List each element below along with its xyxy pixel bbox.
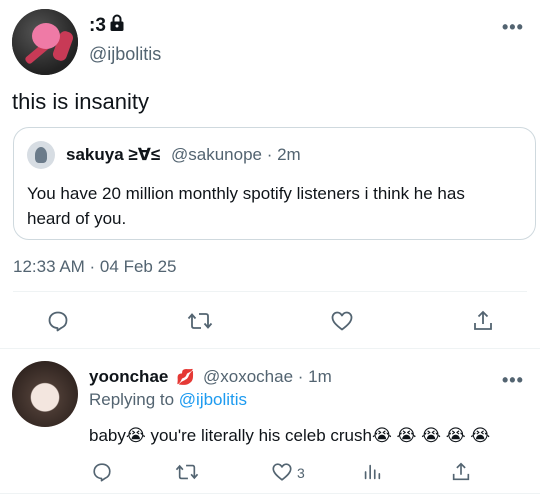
lock-icon: [109, 14, 125, 38]
more-options-button[interactable]: •••: [502, 370, 524, 391]
share-icon[interactable]: [448, 459, 474, 485]
author-display-name: :3: [89, 15, 106, 36]
kiss-mark-icon: 💋: [176, 369, 195, 386]
like-count: 3: [297, 465, 305, 481]
retweet-icon[interactable]: [187, 308, 213, 334]
author-avatar[interactable]: [12, 9, 78, 75]
author-name-row[interactable]: :3: [89, 14, 125, 38]
tweet-timestamp[interactable]: 12:33 AM · 04 Feb 25: [13, 257, 177, 277]
divider: [0, 348, 540, 349]
replying-to-label: Replying to: [89, 390, 179, 409]
quoted-author-meta: @sakunope · 2m: [171, 145, 301, 164]
avatar-portrait: [12, 361, 78, 427]
divider: [13, 291, 527, 292]
author-handle[interactable]: @ijbolitis: [89, 44, 161, 65]
reply-author-avatar[interactable]: [12, 361, 78, 427]
quoted-tweet-text: You have 20 million monthly spotify list…: [27, 184, 465, 228]
reply-icon[interactable]: [89, 459, 115, 485]
quoted-author-name: sakuya ≥∀≤: [66, 145, 161, 164]
avatar-character-graphic: [32, 23, 60, 49]
analytics-icon[interactable]: [359, 459, 385, 485]
like-icon[interactable]: [329, 308, 355, 334]
more-options-button[interactable]: •••: [502, 17, 524, 38]
replying-to-handle-link[interactable]: @ijbolitis: [179, 390, 247, 409]
retweet-icon[interactable]: [174, 459, 200, 485]
replying-to-line: Replying to @ijbolitis: [89, 390, 247, 410]
avatar-figure: [35, 147, 47, 163]
reply-tweet-text: baby😭 you're literally his celeb crush😭 …: [89, 426, 491, 445]
reply-author-meta[interactable]: @xoxochae · 1m: [203, 367, 332, 387]
like-icon[interactable]: [269, 459, 295, 485]
reply-author-name[interactable]: yoonchae: [89, 367, 168, 387]
reply-icon[interactable]: [45, 308, 71, 334]
tweet-text: this is insanity: [12, 89, 149, 114]
share-icon[interactable]: [470, 308, 496, 334]
quoted-author-avatar: [27, 141, 55, 169]
